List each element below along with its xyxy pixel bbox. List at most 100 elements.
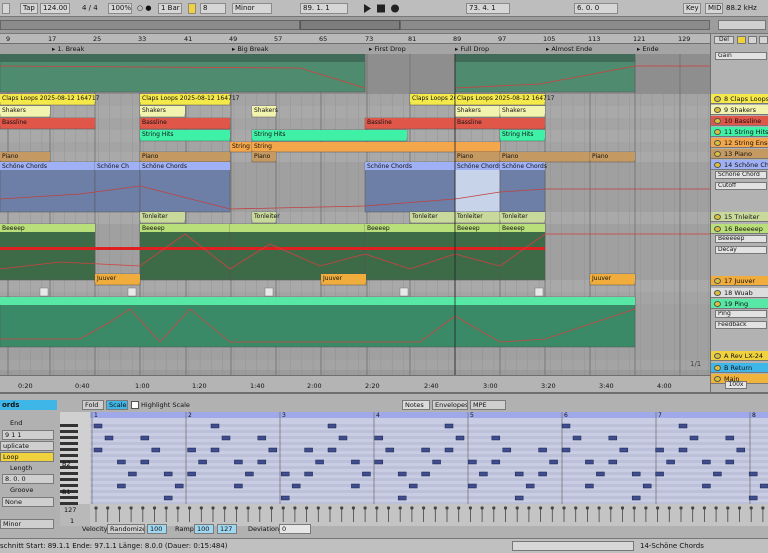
automation-selector[interactable]: Schöne Chord — [715, 171, 767, 179]
time-signature[interactable]: 4 / 4 — [82, 3, 98, 14]
link-button[interactable] — [748, 36, 757, 44]
duplicate-button[interactable]: uplicate — [0, 441, 54, 451]
midi-map-button[interactable]: MIDI — [705, 3, 723, 14]
track-header[interactable]: 14 Schöne Chords — [711, 160, 768, 170]
tab-mpe[interactable]: MPE — [470, 400, 506, 410]
midi-note — [385, 447, 395, 453]
arrangement-overview[interactable] — [0, 17, 768, 34]
track-header[interactable]: A Rev LX-24 — [711, 351, 768, 361]
scale-button[interactable]: Scale — [106, 400, 128, 410]
groove-menu[interactable]: None — [2, 497, 54, 507]
highlight-scale-checkbox[interactable] — [131, 401, 139, 409]
end-field[interactable]: 9 1 1 — [2, 430, 54, 440]
arrangement-position[interactable]: 89. 1. 1 — [300, 3, 348, 14]
velocity-handle — [562, 506, 566, 510]
transport-buttons[interactable] — [362, 3, 402, 14]
automation-selector[interactable]: Decay — [715, 246, 767, 254]
track-header[interactable]: 16 Beeeeep — [711, 224, 768, 234]
time-label: 2:20 — [365, 382, 380, 390]
pencil-icon[interactable] — [759, 36, 768, 44]
scale-mode-button[interactable] — [188, 3, 196, 14]
midi-note — [491, 459, 501, 465]
randomize-amount[interactable]: 100 — [147, 524, 167, 534]
zoom-field[interactable]: 100% — [108, 3, 132, 14]
clip-overview-mini[interactable] — [512, 541, 634, 551]
note-ruler-label: 7 — [658, 412, 662, 419]
time-ruler[interactable]: 1/1 0:20 0:40 1:00 1:20 1:40 2:00 2:20 2:40 3:00… — [0, 360, 710, 392]
key-map-button[interactable]: Key — [683, 3, 701, 14]
track-header[interactable]: 11 String Hits — [711, 127, 768, 137]
tempo-field[interactable]: 124.00 — [40, 3, 70, 14]
track-header[interactable]: B Return — [711, 363, 768, 373]
arrangement-view[interactable]: Claps Loops 2025-08-12 164717 Claps Loops… — [0, 54, 710, 375]
metronome-icon[interactable] — [2, 3, 10, 14]
velocity-handle — [176, 506, 180, 510]
control-bar: Tap 124.00 4 / 4 100% ○ ● 1 Bar 8 Minor … — [0, 0, 768, 17]
length-field[interactable]: 8. 0. 0 — [2, 474, 54, 484]
automation-selector[interactable]: Gain — [715, 52, 767, 60]
track-name: 8 Claps Loops — [724, 95, 768, 103]
locator-3[interactable]: ▸ Full Drop — [455, 45, 489, 53]
locator-4[interactable]: ▸ Almost Ende — [546, 45, 592, 53]
midi-note — [374, 459, 384, 465]
automation-selector[interactable]: Cutoff — [715, 182, 767, 190]
clip-label: Shakers — [254, 107, 278, 114]
automation-selector[interactable]: Feedback — [715, 321, 767, 329]
automation-selector[interactable]: Beeeeep — [715, 235, 767, 243]
scale-menu[interactable]: Minor — [232, 3, 272, 14]
midi-note — [736, 447, 746, 453]
draw-mode-button[interactable] — [737, 36, 746, 44]
main-zoom-field[interactable]: 100x — [725, 381, 747, 389]
velocity-handle — [164, 506, 168, 510]
locator-5[interactable]: ▸ Ende — [637, 45, 659, 53]
tab-envelopes[interactable]: Envelopes — [432, 400, 468, 410]
clip-label: Shakers — [457, 107, 481, 114]
midi-note — [327, 447, 337, 453]
track-header[interactable]: 10 Bassline — [711, 116, 768, 126]
key-root-menu[interactable]: 8 — [200, 3, 226, 14]
tab-notes[interactable]: Notes — [402, 400, 430, 410]
black-key — [60, 484, 78, 487]
automation-selector[interactable]: Ping — [715, 310, 767, 318]
track-header[interactable]: 13 Piano — [711, 149, 768, 159]
velocity-handle — [293, 506, 297, 510]
beat-time-ruler[interactable]: 9 17 25 33 41 49 57 65 73 81 89 97 105 113 121 129 — [0, 34, 710, 44]
locator-1[interactable]: ▸ Big Break — [232, 45, 269, 53]
deviation-field[interactable]: 0 — [279, 524, 311, 534]
track-header[interactable]: 12 String Ense — [711, 138, 768, 148]
track-header[interactable]: 19 Ping — [711, 299, 768, 309]
delete-button[interactable]: Del — [714, 36, 734, 44]
loop-toggle[interactable]: Loop — [0, 452, 54, 462]
follow-toggle[interactable]: ○ ● — [137, 3, 151, 14]
scale-menu-clip[interactable]: Minor — [0, 519, 54, 529]
randomize-button[interactable]: Randomize — [107, 524, 145, 534]
track-header-column: Del Gain 8 Claps Loops 9 Shakers 10 Basslin… — [710, 34, 768, 392]
track-header[interactable]: 8 Claps Loops — [711, 94, 768, 104]
track-header[interactable]: 17 Juuver — [711, 276, 768, 286]
tap-tempo-button[interactable]: Tap — [20, 3, 38, 14]
ramp-start[interactable]: 100 — [194, 524, 214, 534]
velocity-handle — [679, 506, 683, 510]
overview-viewport[interactable] — [300, 20, 400, 30]
midi-note — [619, 447, 629, 453]
locator-0[interactable]: ▸ 1. Break — [52, 45, 84, 53]
locator-2[interactable]: ▸ First Drop — [369, 45, 406, 53]
midi-note-editor[interactable]: 1 2 3 4 5 6 7 8 — [60, 412, 768, 526]
quantize-menu[interactable]: 1 Bar — [158, 3, 182, 14]
clip-label: Piano — [502, 153, 519, 160]
loop-start-field[interactable]: 73. 4. 1 — [466, 3, 510, 14]
ramp-end[interactable]: 127 — [217, 524, 237, 534]
track-header[interactable]: 15 Tnleiter — [711, 212, 768, 222]
loop-length-field[interactable]: 6. 0. 0 — [574, 3, 618, 14]
midi-note — [561, 423, 571, 429]
track-header[interactable]: 18 Wuab — [711, 288, 768, 298]
locator-lane[interactable]: ▸ 1. Break ▸ Big Break ▸ First Drop ▸ Full … — [0, 44, 710, 54]
track-header[interactable]: 9 Shakers — [711, 105, 768, 115]
note-ruler-label: 2 — [188, 412, 192, 419]
fold-button[interactable]: Fold — [82, 400, 104, 410]
velocity-handle — [515, 506, 519, 510]
track-name: 16 Beeeeep — [724, 225, 763, 233]
pitch-label-b2: B2 — [62, 460, 71, 468]
track-lane — [0, 94, 710, 106]
velocity-handle — [480, 506, 484, 510]
